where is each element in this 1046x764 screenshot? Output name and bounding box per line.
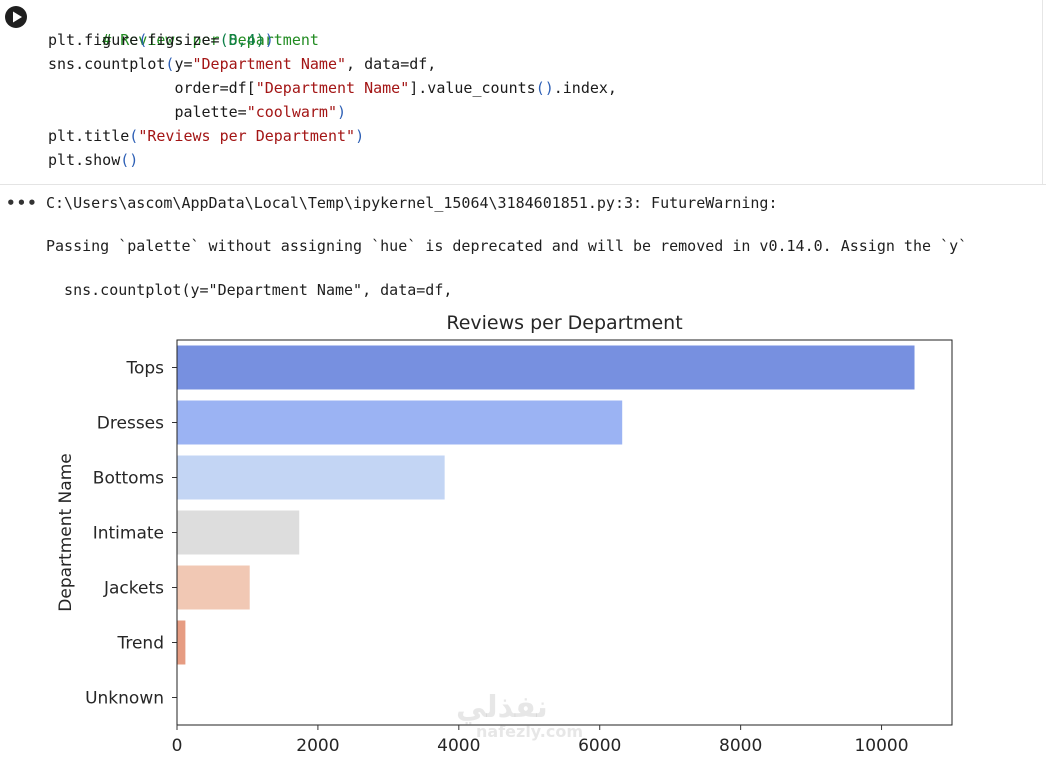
code-paren: ( <box>129 127 139 145</box>
y-tick-label: Unknown <box>85 689 164 709</box>
code-token: order=df[ <box>174 79 256 97</box>
watermark-arabic: نفذلي <box>456 690 548 725</box>
bar-bottoms <box>177 455 445 500</box>
code-token: y= <box>174 55 193 73</box>
output-menu-icon[interactable]: ••• <box>6 194 38 212</box>
code-line-6: plt.title("Reviews per Department") <box>48 124 364 148</box>
x-tick-label: 10000 <box>854 736 908 756</box>
x-tick-label: 2000 <box>296 736 339 756</box>
x-tick-label: 0 <box>172 736 183 756</box>
code-paren: () <box>535 79 554 97</box>
warning-path: C:\Users\ascom\AppData\Local\Temp\ipyker… <box>46 194 778 212</box>
bar-trend <box>177 620 186 665</box>
code-token: plt.show <box>48 151 121 169</box>
code-editor[interactable]: # Reviews per Department plt.figure(figs… <box>38 0 1043 184</box>
warning-source: sns.countplot(y="Department Name", data=… <box>46 281 453 299</box>
bar-dresses <box>177 400 623 445</box>
code-token: .index, <box>553 79 617 97</box>
y-tick-label: Trend <box>116 634 164 654</box>
y-tick-label: Dresses <box>97 414 164 434</box>
chart-title: Reviews per Department <box>446 312 682 334</box>
y-tick-label: Intimate <box>93 524 164 544</box>
bar-jackets <box>177 565 250 610</box>
code-line-4: order=df["Department Name"].value_counts… <box>48 76 617 100</box>
watermark-url: nafezly.com <box>476 722 583 741</box>
code-token: plt.figure <box>48 31 139 49</box>
code-token: ].value_counts <box>409 79 536 97</box>
code-line-5: palette="coolwarm") <box>48 100 346 124</box>
code-token: figsize= <box>147 31 220 49</box>
code-string: "Reviews per Department" <box>138 127 356 145</box>
notebook-cell: # Reviews per Department plt.figure(figs… <box>0 0 1046 764</box>
bar-tops <box>177 345 915 390</box>
y-tick-label: Bottoms <box>93 469 164 489</box>
cell-divider <box>0 184 1046 185</box>
code-token: sns.countplot <box>48 55 166 73</box>
bar-intimate <box>177 510 300 555</box>
y-tick-label: Jackets <box>103 579 164 599</box>
run-cell-button[interactable] <box>5 6 27 28</box>
play-icon <box>13 11 22 23</box>
code-paren: ) <box>337 103 347 121</box>
code-token: plt.title <box>48 127 130 145</box>
code-paren: () <box>120 151 139 169</box>
code-string: "Department Name" <box>192 55 347 73</box>
code-number: (8,4) <box>219 31 265 49</box>
warning-message: Passing `palette` without assigning `hue… <box>46 237 968 255</box>
code-token: , data=df, <box>346 55 437 73</box>
code-line-7: plt.show() <box>48 148 138 172</box>
x-tick-label: 8000 <box>719 736 762 756</box>
code-string: "coolwarm" <box>246 103 337 121</box>
y-tick-label: Tops <box>125 359 164 379</box>
y-axis-label: Department Name <box>56 453 76 611</box>
code-paren: ) <box>355 127 365 145</box>
watermark: نفذلي nafezly.com <box>456 692 583 740</box>
code-paren: ) <box>264 31 274 49</box>
code-line-2: plt.figure(figsize=(8,4)) <box>48 28 274 52</box>
x-tick-label: 6000 <box>578 736 621 756</box>
code-string: "Department Name" <box>255 79 410 97</box>
code-token: palette= <box>174 103 247 121</box>
code-line-3: sns.countplot(y="Department Name", data=… <box>48 52 436 76</box>
code-paren: ( <box>138 31 148 49</box>
